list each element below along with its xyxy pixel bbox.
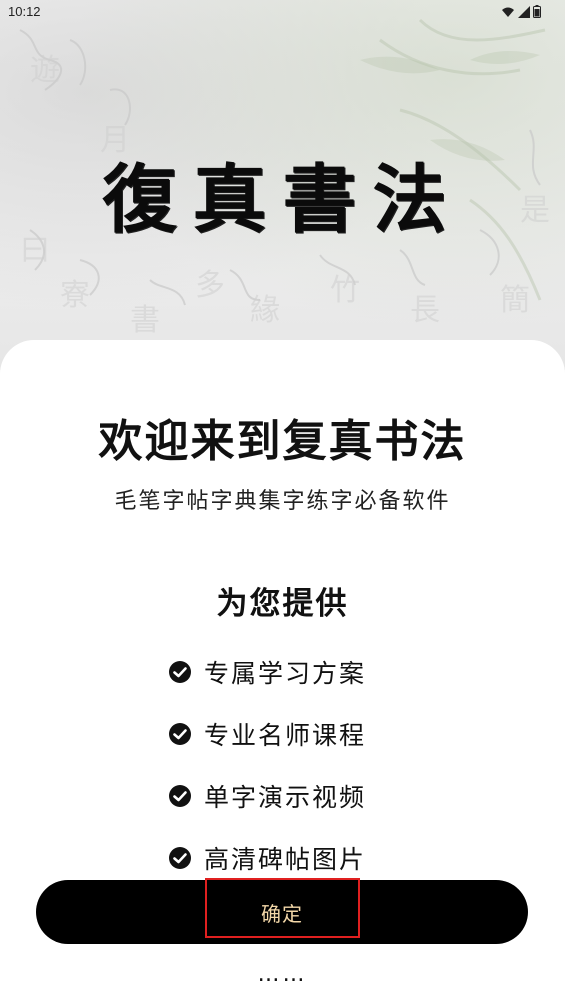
feature-item: 专业名师课程 — [168, 714, 366, 754]
feature-item: 单字演示视频 — [168, 776, 366, 816]
welcome-subtitle: 毛笔字帖字典集字练字必备软件 — [114, 489, 451, 514]
confirm-button[interactable]: 确定 — [36, 880, 528, 944]
feature-label: 高清碑帖图片 — [204, 845, 367, 874]
hero-banner: 曰 寮 書 多 緣 竹 長 簡 是 遊 月 10:12 復真書法 — [0, 0, 565, 370]
signal-icon — [518, 5, 530, 18]
check-circle-icon — [169, 847, 191, 869]
battery-icon — [533, 5, 541, 18]
svg-text:多: 多 — [195, 268, 225, 303]
check-circle-icon — [169, 661, 191, 683]
svg-text:竹: 竹 — [330, 273, 360, 308]
feature-label: 专业名师课程 — [204, 721, 367, 750]
app-logo-calligraphy: 復真書法 — [102, 157, 463, 243]
svg-text:簡: 簡 — [500, 283, 530, 318]
more-ellipsis: …… — [257, 962, 308, 987]
check-circle-icon — [169, 785, 191, 807]
offer-title: 为您提供 — [216, 586, 349, 622]
svg-text:書: 書 — [130, 303, 160, 338]
svg-text:遊: 遊 — [30, 53, 60, 88]
status-time: 10:12 — [8, 4, 41, 19]
check-circle-icon — [169, 723, 191, 745]
welcome-title: 欢迎来到复真书法 — [98, 416, 467, 467]
confirm-button-label: 确定 — [261, 901, 303, 926]
svg-text:長: 長 — [410, 293, 440, 328]
feature-item: 高清碑帖图片 — [168, 838, 366, 878]
svg-text:寮: 寮 — [60, 278, 90, 313]
feature-label: 专属学习方案 — [204, 659, 367, 688]
svg-text:緣: 緣 — [250, 293, 280, 328]
status-icons — [501, 5, 541, 18]
feature-label: 单字演示视频 — [204, 783, 367, 812]
feature-item: 专属学习方案 — [168, 652, 366, 692]
wifi-icon — [502, 7, 514, 17]
status-bar: 10:12 — [0, 0, 565, 24]
